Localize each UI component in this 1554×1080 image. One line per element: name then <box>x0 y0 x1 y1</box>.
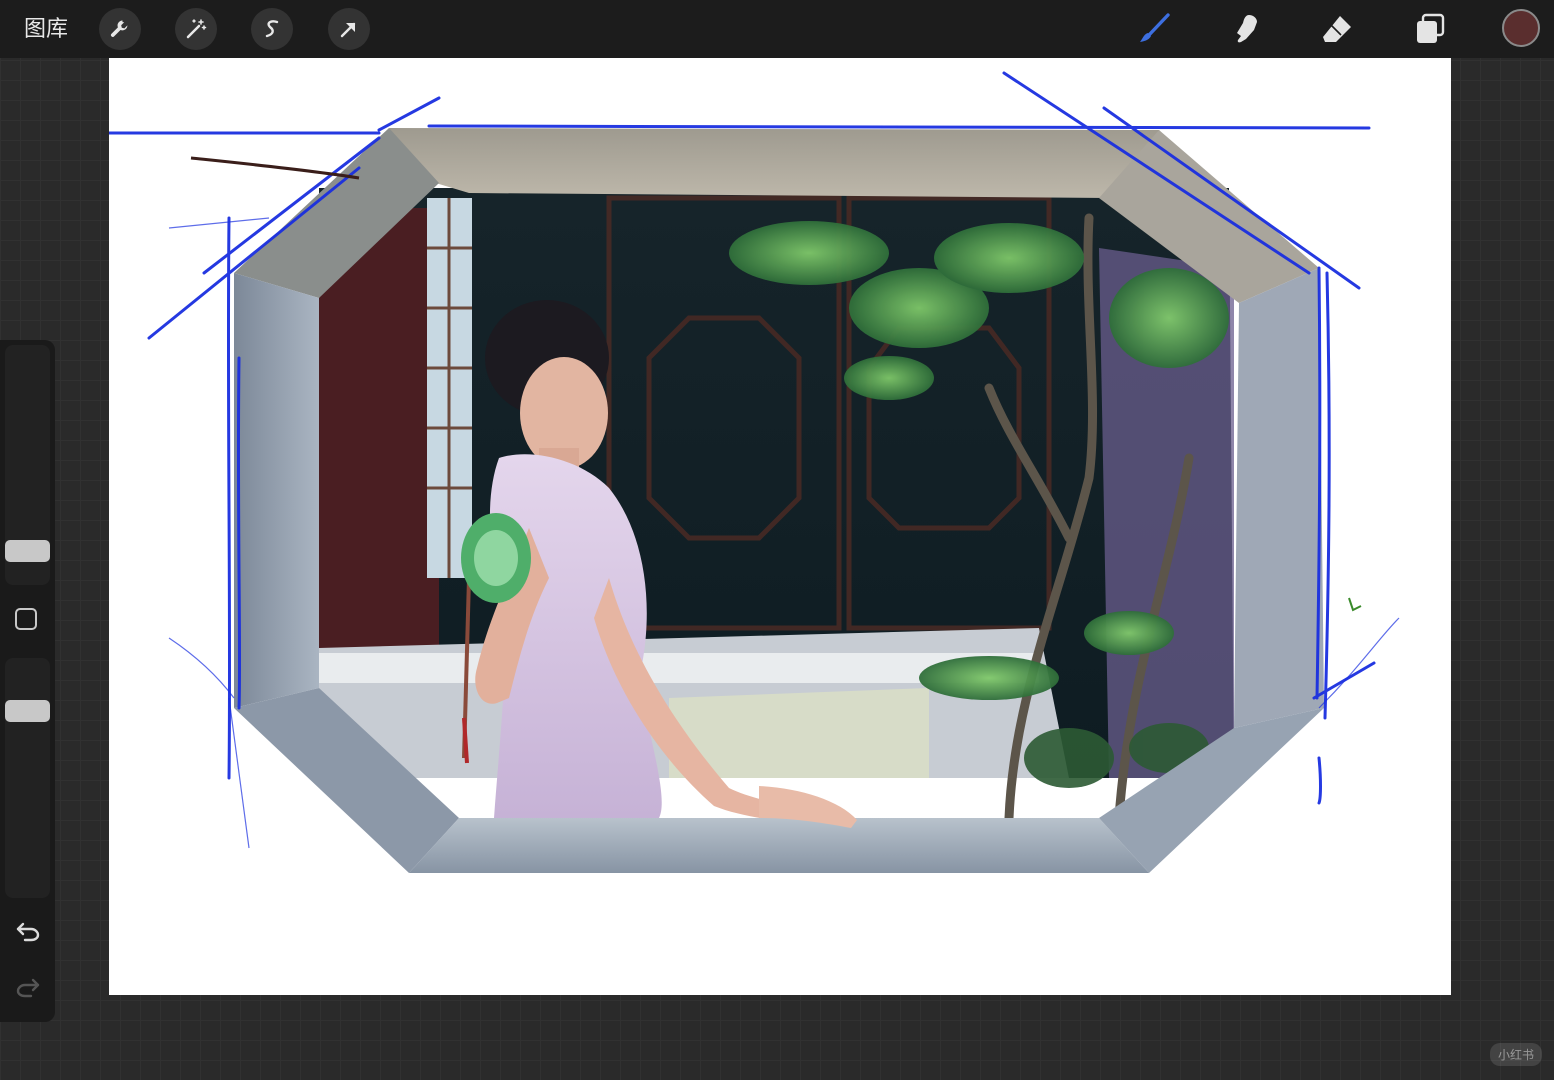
color-swatch-button[interactable] <box>1502 9 1540 47</box>
watermark: 小红书 <box>1490 1043 1543 1066</box>
transform-button[interactable] <box>328 8 370 50</box>
left-sidebar <box>0 340 55 1022</box>
undo-icon[interactable] <box>14 918 42 946</box>
arrow-cursor-icon <box>340 22 356 38</box>
layers-button[interactable] <box>1409 8 1451 50</box>
wrench-icon <box>110 20 128 37</box>
brush-icon <box>1140 13 1170 42</box>
magic-wand-icon <box>186 19 207 39</box>
redo-icon[interactable] <box>14 974 42 1002</box>
smudge-tool-button[interactable] <box>1225 8 1267 50</box>
modify-button[interactable] <box>15 608 37 630</box>
opacity-slider[interactable] <box>5 658 50 898</box>
gallery-button[interactable]: 图库 <box>24 14 68 44</box>
eraser-tool-button[interactable] <box>1316 8 1358 50</box>
brush-size-thumb[interactable] <box>5 540 50 562</box>
adjustments-button[interactable] <box>175 8 217 50</box>
layers-icon <box>1417 13 1445 43</box>
drawing-canvas[interactable] <box>109 58 1451 995</box>
smudge-icon <box>1237 15 1257 43</box>
brush-tool-button[interactable] <box>1133 8 1175 50</box>
eraser-icon <box>1323 16 1351 42</box>
actions-button[interactable] <box>99 8 141 50</box>
top-toolbar: 图库 <box>0 0 1554 58</box>
selection-button[interactable] <box>251 8 293 50</box>
painting-artwork <box>109 71 1400 873</box>
selection-s-icon <box>265 20 279 38</box>
opacity-thumb[interactable] <box>5 700 50 722</box>
